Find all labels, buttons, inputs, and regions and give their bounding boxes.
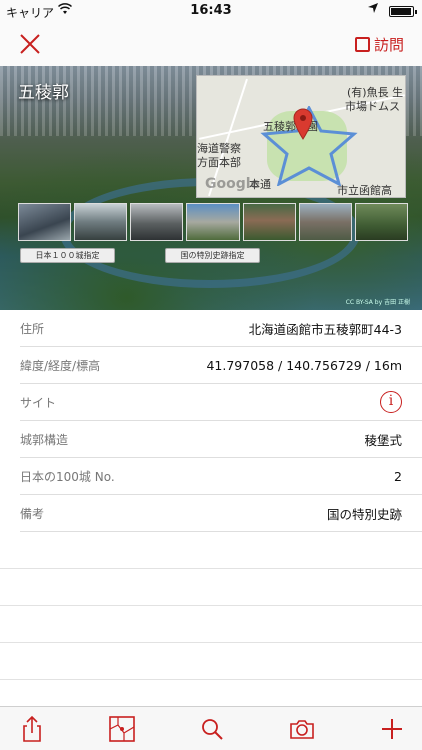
close-icon [20,34,40,54]
photo-thumbnail[interactable] [298,203,352,241]
map-label-police-2: 方面本部 [197,156,241,169]
camera-button[interactable] [288,715,316,743]
detail-value: 2 [394,468,402,484]
photo-thumbnail[interactable] [186,203,240,241]
status-bar: キャリア 16:43 [0,0,422,22]
bottom-toolbar [0,706,422,750]
empty-row [0,606,422,643]
map-icon [109,716,135,742]
detail-value: 稜堡式 [364,432,402,448]
detail-label: 備考 [20,506,45,521]
map-watermark: Google [205,176,261,192]
detail-label: 日本の100城 No. [20,469,115,484]
detail-label: サイト [20,395,57,410]
photo-strip [18,203,408,241]
photo-thumbnail[interactable] [18,203,72,241]
castle-photo: 五稜郭 (有)魚長 生 市場ドムス 五稜郭公園 海道警察 方面本部 本通 市立函… [0,66,422,310]
photo-thumbnail[interactable] [74,203,128,241]
detail-row-structure: 城郭構造 稜堡式 [20,421,422,458]
empty-row [0,532,422,569]
map-button[interactable] [108,715,136,743]
camera-icon [290,720,314,739]
checkbox-icon [354,36,370,52]
visit-toggle-button[interactable]: 訪問 [354,33,404,55]
detail-row-coordinates: 緯度/経度/標高 41.797058 / 140.756729 / 16m [20,347,422,384]
detail-row-100-castles-number: 日本の100城 No. 2 [20,458,422,495]
map-pin-icon [293,108,313,140]
empty-row [0,569,422,606]
location-arrow-icon [368,3,378,16]
clock: 16:43 [190,3,232,18]
photo-credit: CC BY-SA by 吉田 正樹 [345,299,410,306]
info-icon[interactable]: i [380,391,402,413]
photo-thumbnail[interactable] [354,203,408,241]
search-button[interactable] [198,715,226,743]
share-button[interactable] [18,715,46,743]
empty-row [0,643,422,680]
detail-label: 城郭構造 [20,432,69,447]
map-label-market: 市場ドムス [345,100,400,113]
castle-name: 五稜郭 [18,83,69,103]
detail-label: 住所 [20,321,45,336]
photo-thumbnail[interactable] [130,203,184,241]
battery-icon [389,6,417,17]
detail-value: 41.797058 / 140.756729 / 16m [206,357,402,373]
detail-row-address: 住所 北海道函館市五稜郭町44-3 [20,310,422,347]
badge-100-castles: 日本１００城指定 [20,248,115,263]
add-icon [382,719,402,739]
share-icon [23,715,41,742]
location-map[interactable]: (有)魚長 生 市場ドムス 五稜郭公園 海道警察 方面本部 本通 市立函館高 G… [196,75,406,198]
detail-row-remarks: 備考 国の特別史跡 [20,495,422,532]
detail-label: 緯度/経度/標高 [20,358,101,373]
detail-row-site[interactable]: サイト i [20,384,422,421]
visit-label: 訪問 [373,35,404,54]
badge-special-historic-site: 国の特別史跡指定 [165,248,260,263]
detail-value: 国の特別史跡 [326,506,402,522]
close-button[interactable] [18,32,42,56]
navigation-bar: 訪問 [0,22,422,66]
details-list: 住所 北海道函館市五稜郭町44-3 緯度/経度/標高 41.797058 / 1… [0,310,422,717]
detail-value: 北海道函館市五稜郭町44-3 [248,321,402,337]
add-button[interactable] [378,715,406,743]
search-icon [202,719,223,740]
photo-thumbnail[interactable] [242,203,296,241]
map-label-school: 市立函館高 [337,184,392,197]
